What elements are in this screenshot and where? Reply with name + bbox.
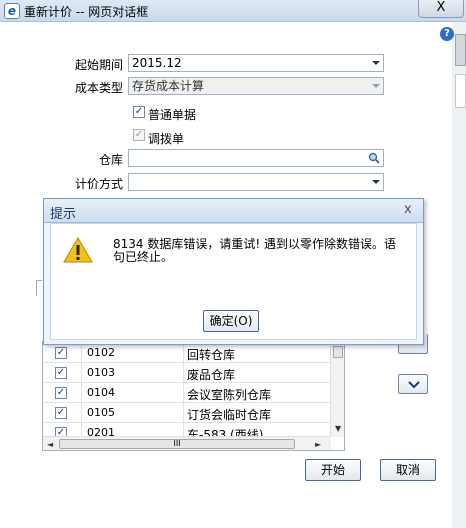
help-icon[interactable]: ?: [440, 27, 454, 41]
ok-button[interactable]: 确定(O): [203, 310, 259, 332]
transfer-documents-checkbox: ✓: [133, 129, 145, 141]
close-icon: X: [436, 0, 446, 15]
start-button[interactable]: 开始: [305, 459, 361, 481]
window-title: 重新计价 -- 网页对话框: [24, 5, 149, 19]
alert-dialog: 提示 x 8134 数据库错误，请重试! 遇到以零作除数错误。语句已终止。 确定…: [43, 198, 424, 345]
side-tab[interactable]: [455, 34, 466, 66]
warehouse-label: 仓库: [98, 153, 123, 167]
dropdown-arrow-icon: [372, 84, 380, 88]
row-checkbox[interactable]: ✓: [55, 347, 67, 359]
warning-icon: [63, 237, 93, 263]
pricing-method-label: 计价方式: [74, 177, 123, 191]
table-row[interactable]: ✓ 0102 回转仓库: [43, 343, 331, 363]
search-icon[interactable]: [368, 152, 380, 164]
start-period-select[interactable]: 2015.12: [128, 54, 384, 72]
row-checkbox[interactable]: ✓: [55, 387, 67, 399]
chevron-down-icon: [408, 381, 420, 389]
cost-type-value: 存货成本计算: [132, 79, 205, 93]
normal-documents-label: 普通单据: [148, 108, 197, 122]
table-row[interactable]: ✓ 0105 订货会临时仓库: [43, 403, 331, 423]
dialog-message: 8134 数据库错误，请重试! 遇到以零作除数错误。语句已终止。: [113, 237, 396, 264]
row-checkbox[interactable]: ✓: [55, 407, 67, 419]
pricing-method-select[interactable]: [128, 173, 384, 191]
warehouse-code: 0103: [87, 366, 115, 379]
panel-border: [36, 280, 42, 296]
scrollbar-thumb[interactable]: III: [59, 439, 295, 449]
start-period-value: 2015.12: [132, 56, 182, 70]
warehouse-name: 回转仓库: [187, 348, 236, 362]
warehouse-table: ✓ 0102 回转仓库 ✓ 0103 废品仓库 ✓ 0104 会议室陈列仓库 ✓…: [42, 341, 345, 451]
cost-type-label: 成本类型: [74, 81, 123, 95]
warehouse-name: 订货会临时仓库: [187, 408, 272, 422]
cancel-button[interactable]: 取消: [380, 459, 436, 481]
table-row[interactable]: ✓ 0103 废品仓库: [43, 363, 331, 383]
window-titlebar: e 重新计价 -- 网页对话框: [0, 0, 466, 22]
move-down-button[interactable]: [398, 374, 428, 394]
warehouse-code: 0102: [87, 346, 115, 359]
side-tab[interactable]: [455, 74, 466, 108]
scrollbar-thumb[interactable]: [333, 346, 343, 358]
warehouse-input[interactable]: [128, 149, 384, 167]
scroll-left-icon[interactable]: ◄: [47, 440, 53, 449]
table-row[interactable]: ✓ 0201 东-583 (西线): [43, 423, 331, 437]
scroll-down-icon[interactable]: ▼: [335, 424, 341, 433]
dialog-header: 提示 x: [44, 199, 423, 223]
warehouse-name: 会议室陈列仓库: [187, 388, 272, 402]
dialog-body: 8134 数据库错误，请重试! 遇到以零作除数错误。语句已终止。 确定(O): [50, 223, 417, 340]
warehouse-name: 废品仓库: [187, 368, 236, 382]
ie-icon: e: [4, 3, 20, 19]
start-period-label: 起始期间: [74, 58, 123, 72]
dropdown-arrow-icon: [372, 61, 380, 65]
normal-documents-checkbox[interactable]: ✓: [133, 106, 145, 118]
horizontal-scrollbar[interactable]: ◄ III ►: [43, 436, 331, 450]
row-checkbox[interactable]: ✓: [55, 367, 67, 379]
close-icon[interactable]: x: [404, 202, 412, 217]
cost-type-select: 存货成本计算: [128, 77, 384, 95]
dropdown-arrow-icon: [372, 180, 380, 184]
window-close-button[interactable]: X: [418, 0, 464, 18]
warehouse-code: 0104: [87, 386, 115, 399]
scroll-right-icon[interactable]: ►: [315, 440, 321, 449]
transfer-documents-label: 调拨单: [148, 132, 185, 146]
dialog-title: 提示: [50, 207, 77, 222]
warehouse-code: 0105: [87, 406, 115, 419]
table-row[interactable]: ✓ 0104 会议室陈列仓库: [43, 383, 331, 403]
vertical-scrollbar[interactable]: ▼: [330, 342, 344, 437]
